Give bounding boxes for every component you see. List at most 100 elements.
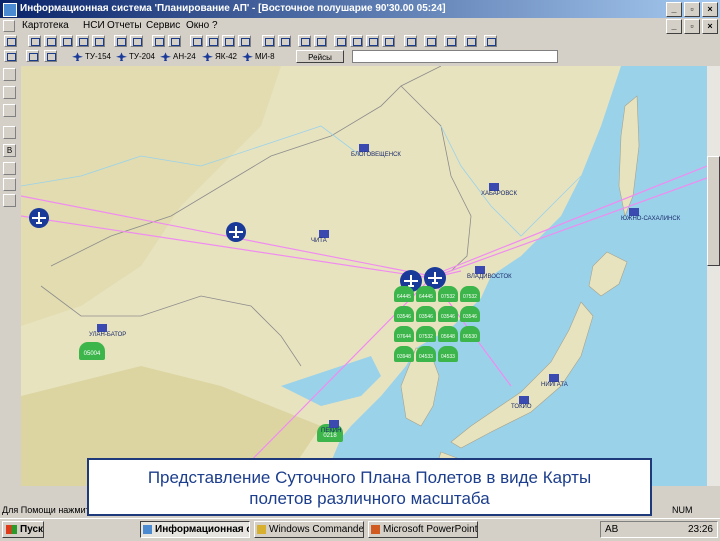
airport-code: 64445	[397, 294, 411, 300]
toolbar-icon-20[interactable]	[350, 35, 363, 47]
toolbar-icon-5[interactable]	[76, 35, 89, 47]
menu-item-cards[interactable]: Картотека	[22, 18, 69, 34]
toolbar-icon-13[interactable]	[222, 35, 235, 47]
aircraft-marker[interactable]	[29, 208, 49, 228]
tool-icon-2[interactable]	[3, 86, 16, 99]
airport-tile[interactable]: 04533	[416, 346, 436, 362]
menu-item-service[interactable]: Сервис	[146, 18, 180, 34]
toolbar-icon-7[interactable]	[114, 35, 127, 47]
toolbar-icon-22[interactable]	[382, 35, 395, 47]
menu-item-help[interactable]: ?	[212, 18, 218, 34]
city-marker[interactable]: УЛАН-БАТОР	[89, 324, 126, 338]
toolbar-icon-16[interactable]	[278, 35, 291, 47]
airport-tile[interactable]: 64445	[416, 286, 436, 302]
mdi-close-button[interactable]: ×	[702, 19, 718, 34]
vertical-scrollbar[interactable]	[707, 66, 720, 486]
city-marker[interactable]: БЛОГОВЕЩЕНСК	[351, 144, 401, 158]
mdi-minimize-button[interactable]: _	[666, 19, 682, 34]
city-marker[interactable]: ТОКИО	[511, 396, 532, 410]
toolbar-icon-24[interactable]	[424, 35, 437, 47]
airport-tile[interactable]: 64445	[394, 286, 414, 302]
toolbar-icon-8[interactable]	[130, 35, 143, 47]
toolbar-icon-17[interactable]	[298, 35, 311, 47]
toolbar-icon-12[interactable]	[206, 35, 219, 47]
tool-icon-1[interactable]	[3, 68, 16, 81]
city-marker[interactable]: НИИГАТА	[541, 374, 568, 388]
toolbar-icon-3[interactable]	[44, 35, 57, 47]
city-marker[interactable]: ХАБАРОВСК	[481, 183, 517, 197]
filter-mi8[interactable]: МИ-8	[242, 50, 275, 63]
toolbar-icon-25[interactable]	[444, 35, 457, 47]
airport-tile[interactable]: 07644	[394, 326, 414, 342]
restore-button[interactable]: ▫	[684, 2, 700, 17]
filter-tu154[interactable]: ТУ-154	[72, 50, 111, 63]
airport-tile[interactable]: 07532	[460, 286, 480, 302]
menu-item-reports[interactable]: Отчеты	[107, 18, 142, 34]
folder-icon[interactable]	[26, 50, 39, 62]
filter-an24[interactable]: АН-24	[160, 50, 196, 63]
toolbar-icon-26[interactable]	[464, 35, 477, 47]
toolbar-icon-10[interactable]	[168, 35, 181, 47]
airport-tile[interactable]: 03546	[438, 306, 458, 322]
toolbar-icon-14[interactable]	[238, 35, 251, 47]
minimize-button[interactable]: _	[666, 2, 682, 17]
tool-icon-4[interactable]	[3, 126, 16, 139]
airport-tile[interactable]: 05004	[79, 342, 105, 360]
airport-tile[interactable]: 07532	[438, 286, 458, 302]
toolbar2-icon-1[interactable]	[4, 50, 17, 62]
filter-tu204[interactable]: ТУ-204	[116, 50, 155, 63]
tool-icon-7[interactable]	[3, 194, 16, 207]
mdi-doc-icon[interactable]	[3, 20, 15, 32]
task-info-system[interactable]: Информационная сис...	[140, 521, 250, 538]
start-button[interactable]: Пуск	[2, 521, 44, 538]
toolbar-icon-21[interactable]	[366, 35, 379, 47]
toolbar-icon-2[interactable]	[28, 35, 41, 47]
mdi-restore-button[interactable]: ▫	[684, 19, 700, 34]
toolbar-icon-9[interactable]	[152, 35, 165, 47]
toolbar-icon-4[interactable]	[60, 35, 73, 47]
commander-icon	[257, 525, 266, 534]
aircraft-marker[interactable]	[226, 222, 246, 242]
airport-tile[interactable]: 04533	[438, 346, 458, 362]
filter-label: ЯК-42	[215, 52, 237, 61]
airport-tile[interactable]: 07532	[416, 326, 436, 342]
toolbar-icon-6[interactable]	[92, 35, 105, 47]
toolbar-icon-19[interactable]	[334, 35, 347, 47]
toolbar-icon-23[interactable]	[404, 35, 417, 47]
airport-tile[interactable]: 05648	[438, 326, 458, 342]
city-marker[interactable]: ВЛАДИВОСТОК	[467, 266, 512, 280]
toolbar-icon-11[interactable]	[190, 35, 203, 47]
flight-map[interactable]: 64445 64445 07532 07532 03546 03546 03546 03546…	[21, 66, 707, 486]
city-marker[interactable]: ЮЖНО-САХАЛИНСК	[621, 208, 680, 222]
toolbar-icon-15[interactable]	[262, 35, 275, 47]
filter-yak42[interactable]: ЯК-42	[202, 50, 237, 63]
tool-icon-6[interactable]	[3, 178, 16, 191]
airport-tile[interactable]: 06530	[460, 326, 480, 342]
airport-tile[interactable]: 03546	[460, 306, 480, 322]
airport-tile[interactable]: 03546	[394, 306, 414, 322]
airport-tile[interactable]: 03948	[394, 346, 414, 362]
close-button[interactable]: ×	[702, 2, 718, 17]
flight-search-input[interactable]	[352, 50, 558, 63]
tool-icon-3[interactable]	[3, 104, 16, 117]
language-indicator[interactable]: AB	[605, 522, 618, 537]
flag-icon[interactable]	[44, 50, 57, 62]
task-powerpoint[interactable]: Microsoft PowerPoint - [...	[368, 521, 478, 538]
airplane-icon	[72, 52, 83, 62]
flights-button[interactable]: Рейсы	[296, 50, 344, 63]
airport-code: 07532	[419, 334, 433, 340]
airport-icon	[319, 230, 329, 238]
tool-b-button[interactable]: B	[3, 144, 16, 157]
menu-item-nsi[interactable]: НСИ	[83, 18, 105, 34]
menu-item-window[interactable]: Окно	[186, 18, 209, 34]
city-marker[interactable]: ЧИТА	[311, 230, 329, 244]
tool-icon-5[interactable]	[3, 162, 16, 175]
toolbar-icon-1[interactable]	[4, 35, 17, 47]
city-marker[interactable]: ПЕКИН	[321, 420, 341, 434]
airport-code: 64445	[419, 294, 433, 300]
airport-tile[interactable]: 03546	[416, 306, 436, 322]
toolbar-icon-18[interactable]	[314, 35, 327, 47]
toolbar-icon-27[interactable]	[484, 35, 497, 47]
scroll-thumb[interactable]	[707, 156, 720, 266]
task-windows-commander[interactable]: Windows Commander ...	[254, 521, 364, 538]
